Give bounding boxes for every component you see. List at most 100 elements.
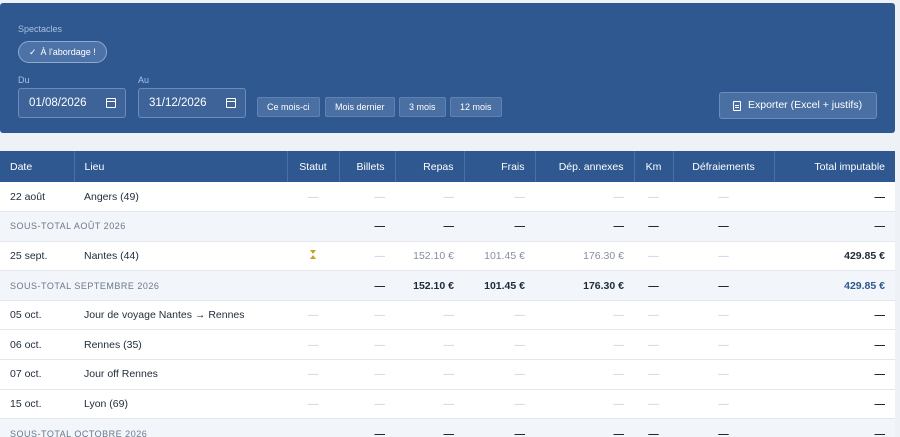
export-button[interactable]: Exporter (Excel + justifs) xyxy=(719,92,877,119)
cell-statut: — xyxy=(287,329,339,361)
cell-billets: — xyxy=(339,418,395,437)
cell-defraiements: — xyxy=(673,300,774,331)
hourglass-icon xyxy=(309,249,317,259)
cell-date: 25 sept. xyxy=(0,241,74,272)
subtotal-label: SOUS-TOTAL OCTOBRE 2026 xyxy=(0,418,339,437)
cell-total: — xyxy=(774,418,895,437)
cell-km: — xyxy=(634,389,673,420)
cell-repas: — xyxy=(395,389,464,420)
cell-billets: — xyxy=(339,389,395,420)
subtotal-row: SOUS-TOTAL SEPTEMBRE 2026—152.10 €101.45… xyxy=(0,270,895,301)
table-row[interactable]: 07 oct. Jour off Rennes — — — — — — — — xyxy=(0,359,895,390)
check-icon: ✓ xyxy=(29,47,37,57)
cell-defraiements: — xyxy=(673,389,774,420)
cell-total: — xyxy=(774,389,895,420)
preset-last-month-button[interactable]: Mois dernier xyxy=(325,97,395,117)
cell-defraiements: — xyxy=(673,418,774,437)
cell-dep-annexes: — xyxy=(535,329,634,361)
cell-repas: — xyxy=(395,329,464,361)
cell-km: — xyxy=(634,270,673,301)
preset-this-month-button[interactable]: Ce mois-ci xyxy=(257,97,320,117)
cell-statut: — xyxy=(287,389,339,420)
cell-total: — xyxy=(774,359,895,390)
col-billets[interactable]: Billets xyxy=(339,151,396,182)
cell-repas: — xyxy=(395,418,464,437)
col-date[interactable]: Date xyxy=(0,151,75,182)
cell-lieu: Rennes (35) xyxy=(74,329,287,361)
preset-12-months-button[interactable]: 12 mois xyxy=(450,97,502,117)
cell-frais: — xyxy=(464,300,535,331)
cell-frais: — xyxy=(464,359,535,390)
cell-statut xyxy=(287,241,339,272)
col-statut[interactable]: Statut xyxy=(287,151,340,182)
cell-statut: — xyxy=(287,359,339,390)
date-to-input[interactable]: 31/12/2026 xyxy=(138,88,246,118)
col-defraiements[interactable]: Défraiements xyxy=(673,151,775,182)
cell-defraiements: — xyxy=(673,270,774,301)
cell-date: 06 oct. xyxy=(0,329,74,361)
date-to-label: Au xyxy=(138,75,150,85)
cell-dep-annexes: — xyxy=(535,300,634,331)
cell-date: 22 août xyxy=(0,182,74,213)
cell-km: — xyxy=(634,359,673,390)
table-header: Date Lieu Statut Billets Repas Frais Dép… xyxy=(0,151,895,182)
cell-km: — xyxy=(634,241,673,272)
preset-3-months-button[interactable]: 3 mois xyxy=(399,97,446,117)
subtotal-label: SOUS-TOTAL SEPTEMBRE 2026 xyxy=(0,270,339,301)
cell-defraiements: — xyxy=(673,211,774,242)
cell-km: — xyxy=(634,211,673,242)
cell-defraiements: — xyxy=(673,329,774,361)
table-row[interactable]: 22 août Angers (49) — — — — — — — — xyxy=(0,182,895,213)
filter-panel: Spectacles ✓ À l'abordage ! Du Au 01/08/2… xyxy=(0,3,895,133)
col-lieu[interactable]: Lieu xyxy=(74,151,288,182)
cell-dep-annexes: — xyxy=(535,389,634,420)
spectacles-label: Spectacles xyxy=(18,24,63,34)
date-from-input[interactable]: 01/08/2026 xyxy=(18,88,126,118)
cell-dep-annexes: 176.30 € xyxy=(535,270,634,301)
subtotal-label: SOUS-TOTAL AOÛT 2026 xyxy=(0,211,339,242)
table-row[interactable]: 06 oct. Rennes (35) — — — — — — — — xyxy=(0,329,895,361)
col-repas[interactable]: Repas xyxy=(395,151,465,182)
cell-total: 429.85 € xyxy=(774,241,895,272)
table-row[interactable]: 05 oct. Jour de voyage Nantes → Rennes — — —… xyxy=(0,300,895,331)
col-frais[interactable]: Frais xyxy=(464,151,536,182)
cell-billets: — xyxy=(339,300,395,331)
cell-defraiements: — xyxy=(673,241,774,272)
cell-defraiements: — xyxy=(673,182,774,213)
cell-defraiements: — xyxy=(673,359,774,390)
cell-dep-annexes: — xyxy=(535,418,634,437)
calendar-icon[interactable] xyxy=(106,98,116,108)
spectacle-chip[interactable]: ✓ À l'abordage ! xyxy=(18,41,107,63)
calendar-icon[interactable] xyxy=(226,98,236,108)
cell-total: — xyxy=(774,182,895,213)
cell-billets: — xyxy=(339,241,395,272)
cell-lieu: Jour off Rennes xyxy=(74,359,287,390)
cell-km: — xyxy=(634,182,673,213)
document-icon xyxy=(733,101,741,111)
spectacle-chip-label: À l'abordage ! xyxy=(40,47,96,57)
table-row[interactable]: 25 sept. Nantes (44) —152.10 €101.45 €176.… xyxy=(0,241,895,272)
cell-frais: — xyxy=(464,329,535,361)
cell-date: 07 oct. xyxy=(0,359,74,390)
cell-km: — xyxy=(634,329,673,361)
export-button-label: Exporter (Excel + justifs) xyxy=(748,99,863,111)
cell-frais: 101.45 € xyxy=(464,241,535,272)
date-from-label: Du xyxy=(18,75,30,85)
cell-frais: 101.45 € xyxy=(464,270,535,301)
cell-statut: — xyxy=(287,182,339,213)
cell-billets: — xyxy=(339,211,395,242)
cell-km: — xyxy=(634,418,673,437)
cell-frais: — xyxy=(464,182,535,213)
cell-billets: — xyxy=(339,359,395,390)
col-dep-annexes[interactable]: Dép. annexes xyxy=(535,151,635,182)
cell-lieu: Angers (49) xyxy=(74,182,287,213)
cell-frais: — xyxy=(464,389,535,420)
col-km[interactable]: Km xyxy=(634,151,674,182)
cell-date: 05 oct. xyxy=(0,300,74,331)
table-row[interactable]: 15 oct. Lyon (69) — — — — — — — — xyxy=(0,389,895,420)
cell-lieu: Jour de voyage Nantes → Rennes xyxy=(74,300,287,331)
col-total-imputable[interactable]: Total imputable xyxy=(774,151,895,182)
cell-date: 15 oct. xyxy=(0,389,74,420)
cell-repas: — xyxy=(395,359,464,390)
date-to-value: 31/12/2026 xyxy=(149,97,207,109)
